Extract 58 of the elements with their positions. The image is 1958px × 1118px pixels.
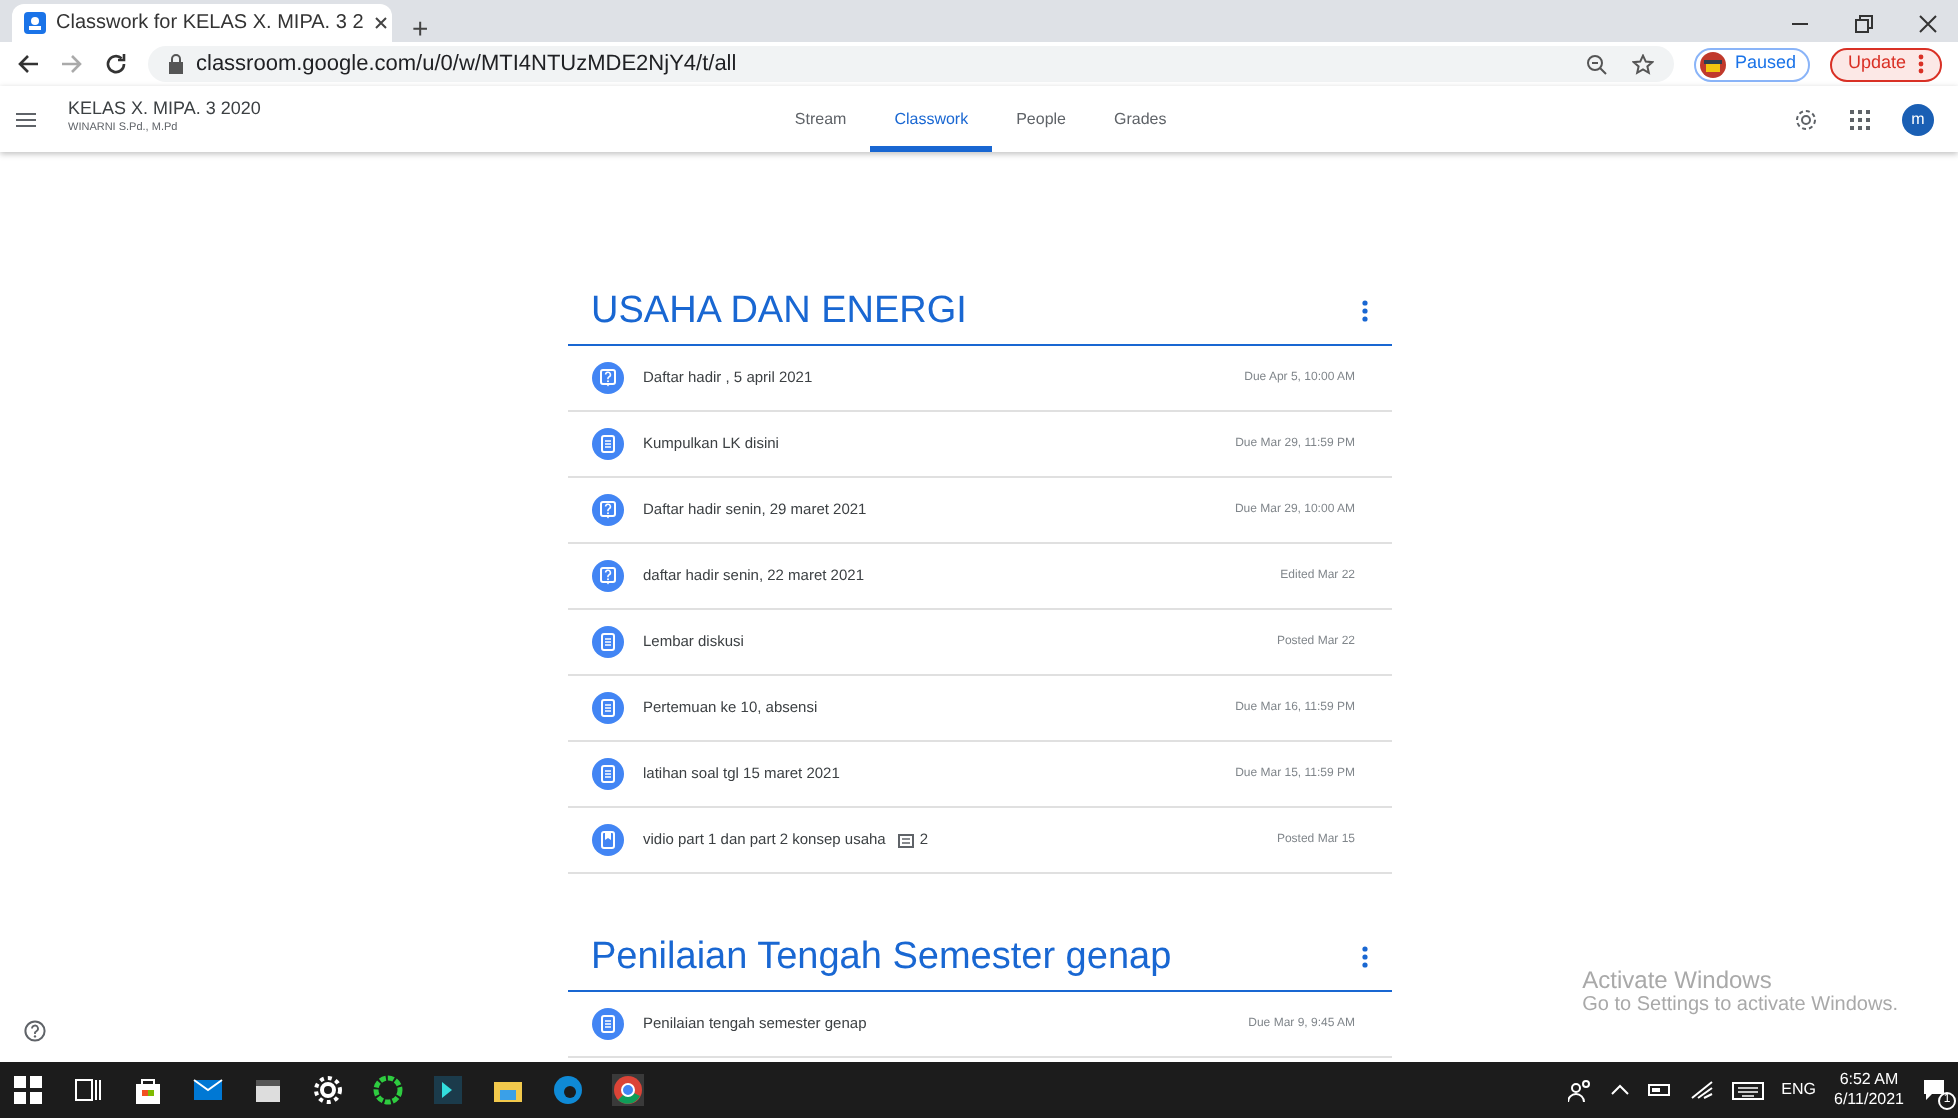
material-icon — [591, 824, 623, 856]
question-icon — [591, 362, 623, 394]
assignment-icon — [591, 692, 623, 724]
nav-tab[interactable]: Stream — [770, 86, 871, 152]
restore-icon[interactable] — [1854, 14, 1874, 34]
back-icon[interactable] — [16, 52, 40, 76]
calendar-icon[interactable] — [252, 1074, 284, 1106]
address-bar[interactable]: classroom.google.com/u/0/w/MTI4NTUzMDE2NjY4/t/all — [148, 46, 1675, 82]
assignment-icon — [591, 758, 623, 790]
reload-icon[interactable] — [104, 52, 128, 76]
browser-tab[interactable]: Classwork for KELAS X. MIPA. 3 2 — [12, 4, 392, 42]
update-button[interactable]: Update — [1829, 47, 1942, 81]
assignment-icon — [591, 1008, 623, 1040]
lock-icon — [168, 54, 184, 74]
topic-title: USAHA DAN ENERGI — [591, 291, 967, 329]
battery-icon[interactable] — [1647, 1080, 1672, 1100]
star-icon[interactable] — [1632, 53, 1655, 75]
profile-avatar-icon — [1700, 51, 1727, 77]
more-icon — [1918, 54, 1924, 74]
more-vert-icon[interactable] — [1361, 945, 1367, 967]
people-icon[interactable] — [1567, 1078, 1592, 1102]
tab-title: Classwork for KELAS X. MIPA. 3 2 — [56, 10, 364, 38]
new-tab-button[interactable]: + — [392, 14, 449, 42]
nav-tab[interactable]: Classwork — [870, 86, 993, 152]
topic-title: Penilaian Tengah Semester genap — [591, 937, 1172, 975]
ring-icon[interactable] — [372, 1074, 404, 1106]
apps-grid-icon[interactable] — [1850, 109, 1870, 129]
question-icon — [591, 494, 623, 526]
account-avatar[interactable]: m — [1902, 103, 1934, 135]
question-icon — [591, 560, 623, 592]
mail-icon[interactable] — [192, 1074, 224, 1106]
activation-title: Activate Windows — [1582, 965, 1774, 994]
clock-time[interactable]: 6:52 AM — [1834, 1070, 1904, 1090]
menu-icon[interactable] — [16, 111, 36, 127]
close-icon[interactable] — [1918, 14, 1938, 34]
class-name[interactable]: KELAS X. MIPA. 3 2020 — [68, 100, 261, 121]
store-icon[interactable] — [132, 1074, 164, 1106]
language-indicator[interactable]: ENG — [1781, 1078, 1816, 1102]
settings-icon[interactable] — [1794, 107, 1818, 131]
nav-tab[interactable]: Grades — [1090, 86, 1191, 152]
clock-date[interactable]: 6/11/2021 — [1834, 1090, 1904, 1110]
url-text: classroom.google.com/u/0/w/MTI4NTUzMDE2NjY4/t/all — [196, 49, 737, 80]
assignment-icon — [591, 428, 623, 460]
more-vert-icon[interactable] — [1361, 299, 1367, 321]
task-view-icon[interactable] — [72, 1074, 104, 1106]
activation-text: Go to Settings to activate Windows. — [1582, 994, 1898, 1018]
comment-icon — [897, 833, 914, 847]
close-icon[interactable] — [373, 16, 388, 30]
assignment-icon — [591, 626, 623, 658]
arrow-app-icon[interactable] — [432, 1074, 464, 1106]
keyboard-icon[interactable] — [1731, 1080, 1764, 1100]
zoom-out-icon[interactable] — [1586, 53, 1609, 75]
notification-icon[interactable] — [1922, 1078, 1946, 1102]
nav-tab[interactable]: People — [992, 86, 1091, 152]
help-icon[interactable] — [24, 1020, 46, 1042]
profile-button[interactable]: Paused — [1694, 47, 1810, 81]
start-icon[interactable] — [12, 1074, 44, 1106]
chevron-up-icon[interactable] — [1609, 1080, 1630, 1100]
